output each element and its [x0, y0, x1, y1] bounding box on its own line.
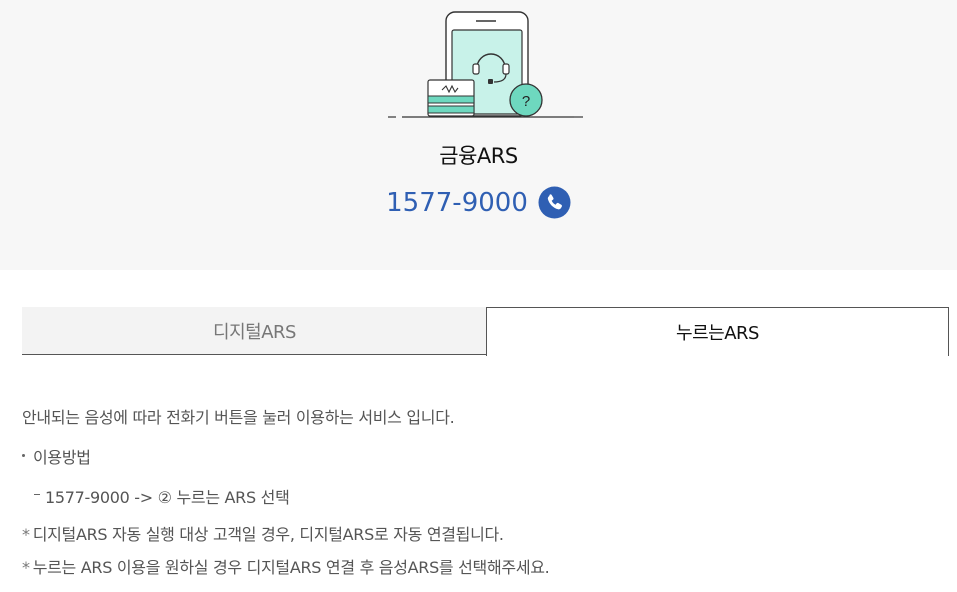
- phone-number[interactable]: 1577-9000: [386, 188, 528, 218]
- usage-heading-row: 이용방법: [22, 444, 91, 468]
- note-mark: *: [22, 525, 30, 544]
- note-2-text: 누르는 ARS 이용을 원하실 경우 디지털ARS 연결 후 음성ARS를 선택…: [32, 558, 550, 577]
- service-title: 금융ARS: [439, 144, 518, 168]
- bullet-icon: [22, 454, 25, 457]
- hero-section: ? 금융ARS 1577-9000: [0, 0, 957, 270]
- phone-call-icon[interactable]: [538, 186, 571, 219]
- note-1: * 디지털ARS 자동 실행 대상 고객일 경우, 디지털ARS로 자동 연결됩니…: [22, 521, 504, 545]
- tab-digital-ars[interactable]: 디지털ARS: [22, 307, 487, 355]
- note-2: * 누르는 ARS 이용을 원하실 경우 디지털ARS 연결 후 음성ARS를 선…: [22, 554, 550, 578]
- svg-text:?: ?: [522, 93, 530, 110]
- intro-text: 안내되는 음성에 따라 전화기 버튼을 눌러 이용하는 서비스 입니다.: [22, 408, 455, 427]
- ars-tabs: 디지털ARS 누르는ARS: [22, 307, 949, 356]
- phone-headset-card-question-illustration: ?: [388, 11, 583, 118]
- usage-step: 1577-9000 -> ② 누르는 ARS 선택: [45, 488, 290, 507]
- note-mark: *: [22, 558, 30, 577]
- note-1-text: 디지털ARS 자동 실행 대상 고객일 경우, 디지털ARS로 자동 연결됩니다…: [32, 525, 504, 544]
- phone-row: 1577-9000: [0, 186, 957, 219]
- dash-icon: [34, 494, 40, 495]
- usage-step-row: 1577-9000 -> ② 누르는 ARS 선택: [34, 484, 290, 508]
- usage-heading: 이용방법: [33, 448, 91, 467]
- tab-press-ars[interactable]: 누르는ARS: [486, 307, 949, 356]
